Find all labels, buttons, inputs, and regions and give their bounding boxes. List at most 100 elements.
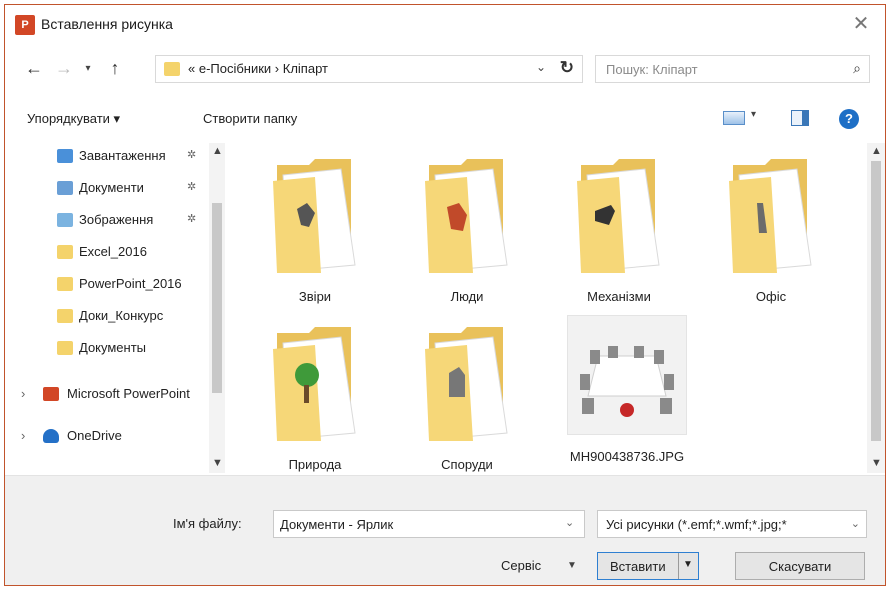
powerpoint-icon [43, 387, 59, 401]
new-folder-button[interactable]: Створити папку [203, 111, 297, 126]
folder-name: Механізми [587, 289, 651, 304]
filename-dropdown-icon[interactable]: ⌄ [565, 516, 574, 529]
file-type-value: Усі рисунки (*.emf;*.wmf;*.jpg;* [606, 517, 787, 532]
folder-icon [273, 159, 356, 273]
nav-item-powerpoint-2016[interactable]: PowerPoint_2016 [5, 273, 205, 297]
nav-item-excel-2016[interactable]: Excel_2016 [5, 241, 205, 265]
scroll-thumb[interactable] [871, 161, 881, 441]
download-folder-icon [57, 149, 73, 163]
folder-item[interactable]: Звіри [255, 143, 375, 304]
folder-name: Звіри [298, 289, 332, 304]
folder-icon [57, 309, 73, 323]
folder-item[interactable]: Люди [407, 143, 527, 304]
dropdown-arrow-icon: ▼ [683, 559, 693, 570]
folder-icon [577, 159, 660, 273]
insert-button-label: Вставити [610, 559, 666, 574]
filename-field[interactable] [273, 510, 585, 538]
onedrive-cloud-icon [43, 429, 59, 443]
scroll-up-icon[interactable]: ▲ [871, 145, 882, 157]
nav-item-downloads[interactable]: Завантаження ✲ [5, 145, 205, 169]
nav-item-label: Microsoft PowerPoint [67, 386, 190, 401]
nav-item-pictures[interactable]: Зображення ✲ [5, 209, 205, 233]
back-arrow-icon[interactable]: ← [23, 57, 45, 81]
file-type-select[interactable]: Усі рисунки (*.emf;*.wmf;*.jpg;* ⌄ [597, 510, 867, 538]
nav-item-documenty[interactable]: Документы [5, 337, 205, 361]
nav-item-label: OneDrive [67, 428, 122, 443]
expand-chevron-icon[interactable]: › [21, 386, 25, 401]
bottom-panel: Ім'я файлу: ⌄ Усі рисунки (*.emf;*.wmf;*… [5, 475, 885, 585]
nav-item-label: PowerPoint_2016 [79, 276, 182, 291]
nav-item-label: Документи [79, 180, 144, 195]
dialog-title: Вставлення рисунка [41, 16, 173, 32]
insert-options-dropdown[interactable]: ▼ [678, 553, 698, 579]
pictures-folder-icon [57, 213, 73, 227]
nav-item-label: Excel_2016 [79, 244, 147, 259]
navigation-pane: Завантаження ✲ Документи ✲ Зображення ✲ … [5, 143, 227, 473]
tools-dropdown-icon[interactable]: ▼ [567, 560, 577, 571]
documents-folder-icon [57, 181, 73, 195]
address-dropdown-icon[interactable]: ⌄ [536, 60, 546, 74]
folder-item[interactable]: Офіс [711, 143, 831, 304]
title-bar: P Вставлення рисунка ✕ [5, 5, 885, 45]
nav-item-label: Документы [79, 340, 147, 355]
command-toolbar: Упорядкувати ▾ Створити папку ▾ ? [5, 99, 885, 139]
nav-item-docs-contest[interactable]: Доки_Конкурс [5, 305, 205, 329]
pin-icon[interactable]: ✲ [187, 148, 196, 161]
scroll-up-icon[interactable]: ▲ [212, 145, 223, 157]
image-name: MH900438736.JPG [569, 449, 685, 464]
help-icon[interactable]: ? [839, 109, 859, 129]
folder-item[interactable]: Споруди [407, 311, 527, 472]
close-button[interactable]: ✕ [849, 13, 873, 37]
cancel-button[interactable]: Скасувати [735, 552, 865, 580]
folder-item[interactable]: Механізми [559, 143, 679, 304]
folder-icon [425, 159, 508, 273]
folder-item[interactable]: Природа [255, 311, 375, 472]
folder-icon [57, 277, 73, 291]
folder-icon [57, 341, 73, 355]
folder-icon [164, 62, 180, 76]
powerpoint-icon: P [15, 15, 35, 35]
address-path[interactable]: « e-Посібники › Кліпарт [188, 61, 328, 76]
expand-chevron-icon[interactable]: › [21, 428, 25, 443]
content-scrollbar[interactable]: ▲ ▼ [867, 143, 885, 473]
file-type-dropdown-icon[interactable]: ⌄ [851, 517, 860, 530]
folder-name: Природа [288, 457, 342, 472]
scroll-down-icon[interactable]: ▼ [212, 457, 223, 469]
scroll-down-icon[interactable]: ▼ [871, 457, 882, 469]
organize-button[interactable]: Упорядкувати ▾ [27, 111, 120, 127]
image-thumbnail [567, 315, 687, 435]
tools-button[interactable]: Сервіс [501, 558, 541, 573]
pin-icon[interactable]: ✲ [187, 180, 196, 193]
folder-name: Офіс [755, 289, 787, 304]
search-icon[interactable]: ⌕ [853, 60, 861, 77]
filename-label: Ім'я файлу: [173, 516, 242, 531]
address-bar[interactable]: « e-Посібники › Кліпарт ⌄ ↻ [155, 55, 583, 83]
image-item[interactable]: MH900438736.JPG [567, 315, 687, 475]
forward-arrow-icon[interactable]: → [53, 57, 75, 81]
nav-item-label: Зображення [79, 212, 154, 227]
nav-scrollbar[interactable]: ▲ ▼ [209, 143, 225, 473]
folder-icon [425, 327, 508, 441]
address-row: ← → ▾ ↑ « e-Посібники › Кліпарт ⌄ ↻ Пошу… [5, 49, 885, 89]
scroll-thumb[interactable] [212, 203, 222, 393]
recent-locations-chevron-icon[interactable]: ▾ [81, 57, 95, 81]
change-view-icon[interactable] [723, 111, 745, 125]
conference-table-image [568, 316, 686, 434]
nav-item-documents[interactable]: Документи ✲ [5, 177, 205, 201]
pin-icon[interactable]: ✲ [187, 212, 196, 225]
search-input[interactable]: Пошук: Кліпарт ⌕ [595, 55, 870, 83]
search-placeholder: Пошук: Кліпарт [606, 62, 698, 77]
folder-name: Люди [450, 289, 484, 304]
nav-item-label: Завантаження [79, 148, 166, 163]
insert-picture-dialog: P Вставлення рисунка ✕ ← → ▾ ↑ « e-Посіб… [4, 4, 886, 586]
refresh-icon[interactable]: ↻ [560, 58, 574, 78]
nav-item-onedrive[interactable]: › OneDrive [5, 425, 205, 449]
nav-item-label: Доки_Конкурс [79, 308, 164, 323]
nav-item-microsoft-powerpoint[interactable]: › Microsoft PowerPoint [5, 383, 205, 407]
view-dropdown-icon[interactable]: ▾ [751, 109, 756, 120]
folder-name: Споруди [441, 457, 493, 472]
preview-pane-icon[interactable] [791, 110, 809, 126]
insert-button[interactable]: Вставити ▼ [597, 552, 699, 580]
folder-icon [57, 245, 73, 259]
up-arrow-icon[interactable]: ↑ [105, 57, 125, 81]
